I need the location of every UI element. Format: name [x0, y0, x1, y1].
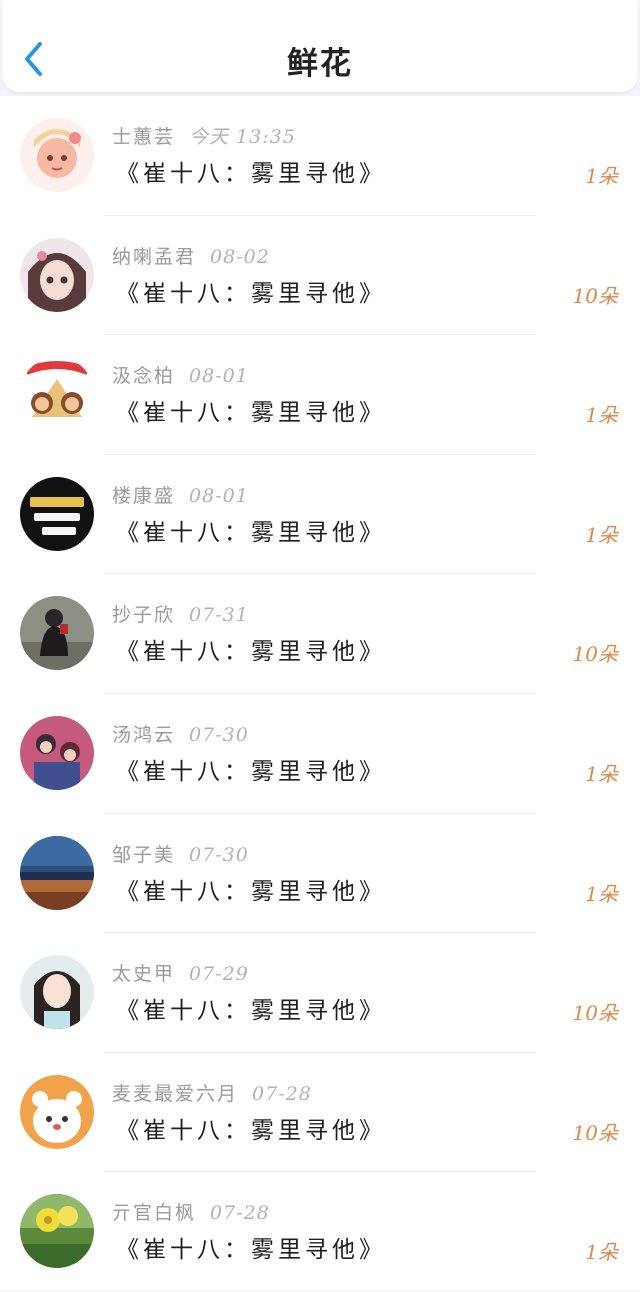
- meta-line: 楼康盛 08-01: [112, 481, 249, 508]
- flower-count: 1朵: [585, 1240, 618, 1265]
- couple-illustration-avatar[interactable]: [20, 715, 94, 790]
- work-title: 《崔十八：雾里寻他》: [116, 878, 386, 905]
- work-title: 《崔十八：雾里寻他》: [116, 161, 386, 187]
- list-item[interactable]: 纳喇孟君 08-02 《崔十八：雾里寻他》 10朵: [0, 216, 640, 336]
- meta-line: 汤鸿云 07-30: [112, 720, 249, 747]
- list-item[interactable]: 邹子美 07-30 《崔十八：雾里寻他》 1朵: [0, 814, 640, 934]
- work-title: 《崔十八：雾里寻他》: [116, 998, 386, 1025]
- cartoon-animal-avatar[interactable]: [20, 1074, 94, 1149]
- work-title: 《崔十八：雾里寻他》: [116, 280, 386, 307]
- text-logo-avatar[interactable]: [20, 476, 94, 551]
- send-date: 08-01: [189, 484, 249, 507]
- sender-name: 麦麦最爱六月: [112, 1082, 239, 1105]
- work-title: 《崔十八：雾里寻他》: [116, 400, 386, 427]
- sender-name: 汤鸿云: [112, 723, 176, 746]
- list-item[interactable]: 汤鸿云 07-30 《崔十八：雾里寻他》 1朵: [0, 694, 640, 814]
- festival-cartoon-avatar[interactable]: [20, 357, 94, 432]
- anime-girl-avatar[interactable]: [20, 237, 94, 312]
- meta-line: 抄子欣 07-31: [112, 600, 249, 627]
- list-item[interactable]: 汲念柏 08-01 《崔十八：雾里寻他》 1朵: [0, 335, 640, 455]
- meta-line: 麦麦最爱六月 07-28: [112, 1079, 312, 1106]
- flower-count: 1朵: [585, 761, 618, 786]
- person-photo-avatar[interactable]: [20, 596, 94, 671]
- sender-name: 楼康盛: [112, 484, 176, 507]
- work-title: 《崔十八：雾里寻他》: [116, 758, 386, 785]
- landscape-photo-avatar[interactable]: [20, 835, 94, 910]
- sender-name: 太史甲: [112, 963, 176, 986]
- meta-line: 纳喇孟君 08-02: [112, 242, 270, 269]
- sender-name: 抄子欣: [112, 604, 176, 627]
- list-item[interactable]: 麦麦最爱六月 07-28 《崔十八：雾里寻他》 10朵: [0, 1053, 640, 1173]
- flower-list: 士蕙芸 今天 13:35 《崔十八：雾里寻他》 1朵 纳喇孟君 08-02 《崔十八…: [0, 96, 640, 1291]
- send-date: 07-29: [189, 963, 249, 986]
- send-date: 07-30: [189, 843, 249, 866]
- flower-count: 10朵: [572, 1120, 618, 1145]
- send-date: 08-02: [210, 245, 270, 268]
- send-date: 07-31: [189, 604, 249, 627]
- sender-name: 士蕙芸: [112, 126, 176, 148]
- meta-line: 亓官白枫 07-28: [112, 1198, 270, 1225]
- flower-photo-avatar[interactable]: [20, 1194, 94, 1269]
- send-date: 07-28: [252, 1082, 312, 1105]
- meta-line: 太史甲 07-29: [112, 959, 249, 986]
- work-title: 《崔十八：雾里寻他》: [116, 519, 386, 546]
- meta-line: 邹子美 07-30: [112, 840, 249, 867]
- send-date: 今天 13:35: [189, 126, 296, 148]
- woman-photo-avatar[interactable]: [20, 955, 94, 1030]
- send-date: 07-28: [210, 1202, 270, 1225]
- flower-count: 10朵: [572, 642, 618, 667]
- page-title: 鲜花: [287, 46, 353, 82]
- header-bar: 鲜花: [2, 0, 638, 92]
- list-item[interactable]: 亓官白枫 07-28 《崔十八：雾里寻他》 1朵: [0, 1172, 640, 1292]
- flower-count: 10朵: [572, 283, 618, 308]
- flower-count: 1朵: [585, 164, 618, 188]
- sender-name: 邹子美: [112, 843, 176, 866]
- work-title: 《崔十八：雾里寻他》: [116, 1237, 386, 1264]
- work-title: 《崔十八：雾里寻他》: [116, 1117, 386, 1144]
- list-item[interactable]: 太史甲 07-29 《崔十八：雾里寻他》 10朵: [0, 933, 640, 1053]
- send-date: 07-30: [189, 723, 249, 746]
- flower-count: 1朵: [585, 881, 618, 906]
- anime-girl-avatar[interactable]: [20, 118, 94, 192]
- list-item[interactable]: 士蕙芸 今天 13:35 《崔十八：雾里寻他》 1朵: [0, 96, 640, 216]
- flower-count: 1朵: [585, 522, 618, 547]
- send-date: 08-01: [189, 365, 249, 388]
- sender-name: 纳喇孟君: [112, 245, 197, 268]
- flower-count: 10朵: [572, 1001, 618, 1026]
- meta-line: 士蕙芸 今天 13:35: [112, 122, 296, 149]
- list-item[interactable]: 楼康盛 08-01 《崔十八：雾里寻他》 1朵: [0, 455, 640, 575]
- list-item[interactable]: 抄子欣 07-31 《崔十八：雾里寻他》 10朵: [0, 574, 640, 694]
- meta-line: 汲念柏 08-01: [112, 361, 249, 388]
- flower-count: 1朵: [585, 403, 618, 428]
- work-title: 《崔十八：雾里寻他》: [116, 639, 386, 666]
- sender-name: 汲念柏: [112, 365, 176, 388]
- sender-name: 亓官白枫: [112, 1202, 197, 1225]
